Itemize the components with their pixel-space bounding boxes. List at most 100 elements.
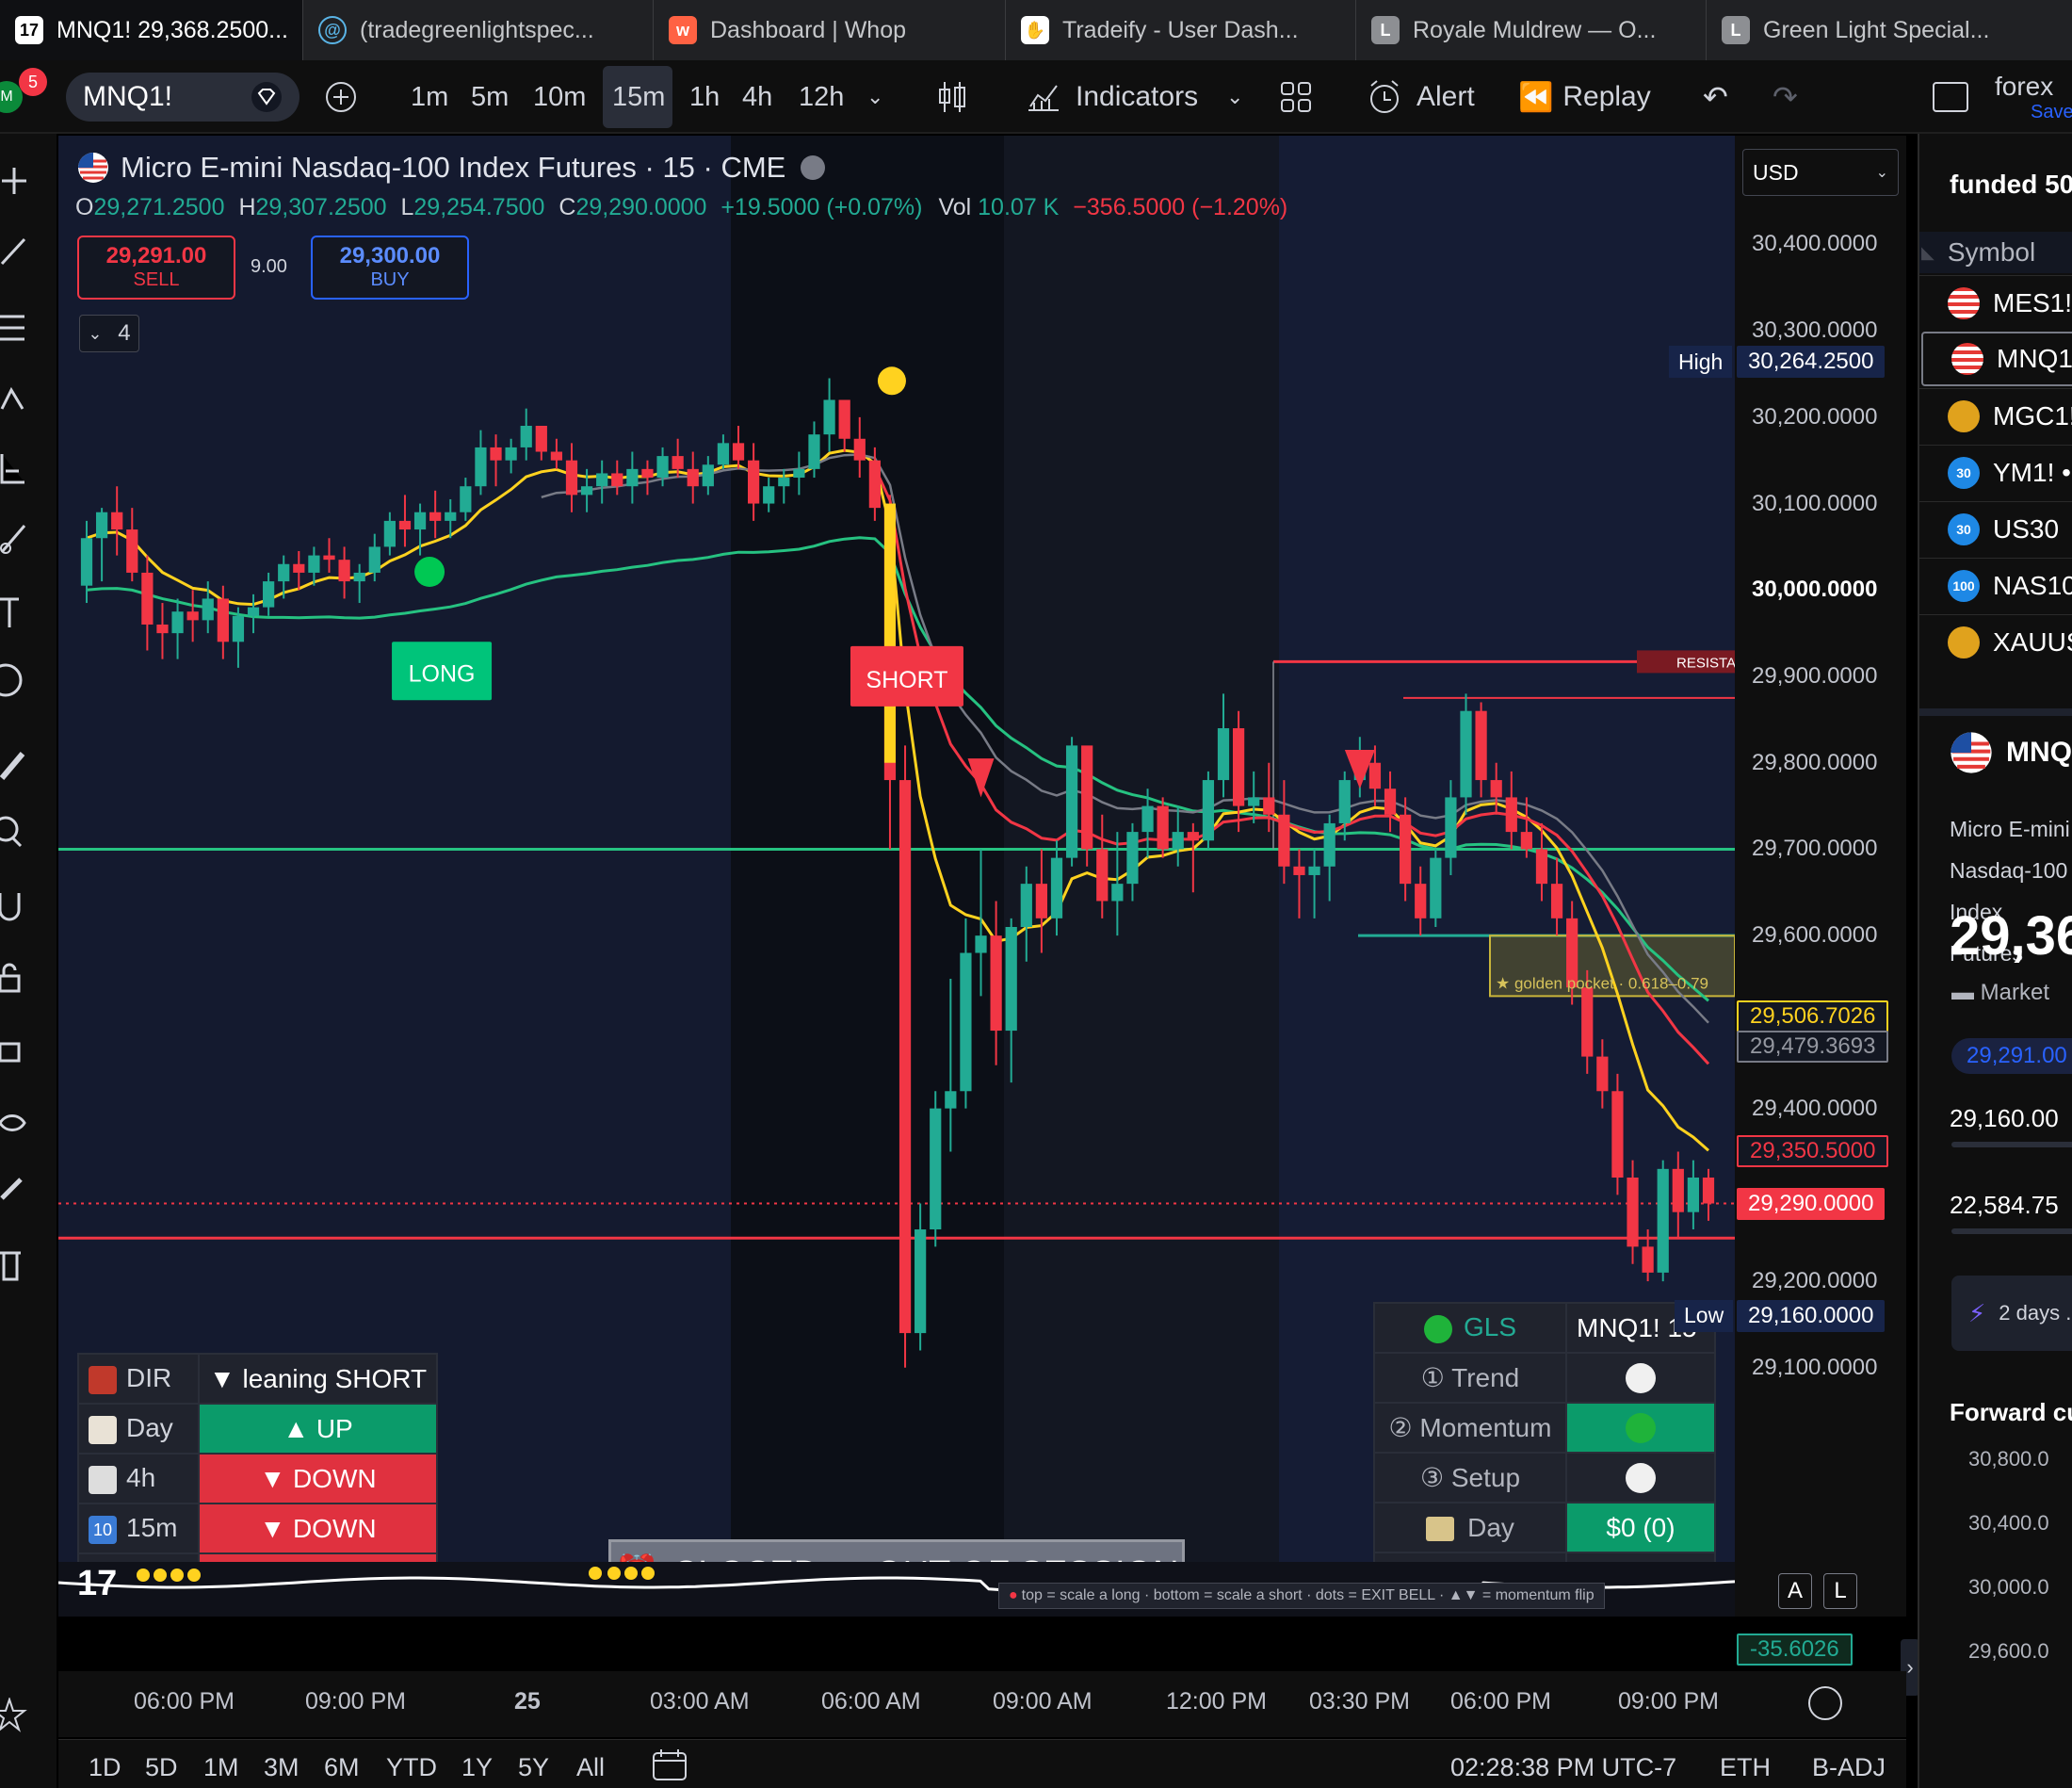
undo-icon[interactable]: ↶ [1703,60,1728,134]
volume-label: Vol [938,194,972,220]
range-button-5y[interactable]: 5Y [518,1753,549,1782]
price-tick: 30,300.0000 [1752,317,1878,344]
candle-body [550,451,563,461]
indicators-button[interactable]: Indicators [1025,60,1198,134]
chart-type-button[interactable] [936,60,968,134]
price-axis[interactable]: USD ⌄ 30,400.0000 30,300.0000 30,200.0000 3… [1735,136,1906,1666]
fullscreen-button[interactable] [1933,60,1968,134]
trendline-icon[interactable] [0,232,57,269]
earnings-note[interactable]: ⚡ 2 days ... may sp... [1951,1276,2072,1351]
range-button-1y[interactable]: 1Y [461,1753,493,1782]
compare-add-button[interactable] [324,60,358,134]
candle-body [975,935,987,953]
interval-4h[interactable]: 4h [742,60,772,134]
range-button-6m[interactable]: 6M [324,1753,360,1782]
gls-label-cell: ① Trend [1373,1352,1567,1404]
watchlist-row[interactable]: MES1! [1919,275,2072,330]
user-avatar[interactable]: M [0,60,23,134]
range-button-1d[interactable]: 1D [89,1753,121,1782]
link-icon[interactable] [0,1170,57,1208]
sell-button[interactable]: 29,291.00 SELL [77,236,235,300]
browser-tab-tradeify[interactable]: ✋ Tradeify - User Dash... [1006,0,1356,60]
white-dot-icon [1626,1463,1656,1494]
layout-name[interactable]: forex [1995,72,2053,102]
lock-drawing-icon[interactable] [0,959,57,997]
browser-tab-green-light-special[interactable]: L Green Light Special... [1707,0,2072,60]
watchlist-row[interactable]: MGC1! [1919,388,2072,443]
candle-body [1445,797,1457,858]
session-toggle[interactable]: ETH [1720,1753,1771,1782]
bar-change: +19.5000 (+0.07%) [720,194,923,220]
settings-gear-icon[interactable] [1808,1686,1842,1720]
detail-bid-pill[interactable]: 29,291.00 [1951,1038,2072,1074]
buy-button[interactable]: 29,300.00 BUY [311,236,469,300]
interval-12h[interactable]: 12h [799,60,844,134]
fib-icon[interactable] [0,309,57,347]
range-button-ytd[interactable]: YTD [386,1753,437,1782]
pattern-icon[interactable] [0,381,57,418]
redo-icon[interactable]: ↷ [1773,60,1798,134]
swirl-icon: @ [318,16,347,44]
rewind-icon: ⏪ [1518,81,1554,113]
time-axis[interactable]: 06:00 PM 09:00 PM 25 03:00 AM 06:00 AM 09:00 … [58,1671,1906,1737]
range-button-3m[interactable]: 3M [264,1753,299,1782]
zoom-icon[interactable] [0,814,57,852]
log-scale-button[interactable]: L [1823,1573,1857,1609]
candle-body [1460,710,1472,798]
auto-scale-button[interactable]: A [1778,1573,1812,1609]
watchlist-row[interactable]: 30 YM1! • [1919,445,2072,499]
watchlist-title[interactable]: funded 50 [1950,170,2072,200]
brush-icon[interactable] [0,520,57,558]
range-button-5d[interactable]: 5D [145,1753,178,1782]
candle-body [263,581,275,608]
browser-tab-royale[interactable]: L Royale Muldrew — O... [1356,0,1707,60]
interval-1h[interactable]: 1h [689,60,720,134]
symbol-search-button[interactable]: MNQ1! [66,60,299,134]
chart-pane[interactable]: LONG SHORT RESISTA ★ golden pocket · 0.618–… [58,136,1735,1617]
forecast-icon[interactable] [0,450,57,488]
star-icon[interactable] [0,1698,57,1735]
calendar-icon [89,1415,117,1444]
alert-button[interactable]: Alert [1366,60,1475,134]
interval-10m[interactable]: 10m [533,60,586,134]
interval-5m[interactable]: 5m [471,60,509,134]
range-button-all[interactable]: All [576,1753,605,1782]
eye-icon[interactable] [0,1104,57,1142]
collapse-legend-icon[interactable] [801,155,826,180]
ruler-icon[interactable] [0,746,57,784]
indicators-toggle[interactable]: ⌄ 4 [79,315,139,352]
candle-body [1338,780,1351,823]
exit-bell-dot [624,1567,638,1580]
browser-tab-whop[interactable]: w Dashboard | Whop [654,0,1006,60]
range-button-1m[interactable]: 1M [203,1753,239,1782]
emoji-icon[interactable] [0,661,57,699]
symbol-column-header[interactable]: Symbol [1948,237,2035,268]
watchlist-row[interactable]: 100 NAS100 [1919,558,2072,612]
crosshair-icon[interactable] [0,162,57,200]
oscillator-legend-text: top = scale a long · bottom = scale a sh… [1021,1587,1594,1603]
watchlist-row[interactable]: 30 US30 [1919,501,2072,556]
browser-tab-tradingview[interactable]: 17 MNQ1! 29,368.2500... [0,0,303,60]
layouts-button[interactable] [1279,60,1313,134]
currency-select[interactable]: USD ⌄ [1742,149,1899,196]
chevron-down-icon[interactable]: ⌄ [866,60,883,134]
interval-15m[interactable]: 15m [612,60,665,134]
replay-button[interactable]: ⏪ Replay [1518,60,1651,134]
save-label[interactable]: Save [2031,102,2072,123]
lock-icon[interactable] [0,1029,57,1066]
magnet-icon[interactable] [0,887,57,925]
adjustment-toggle[interactable]: B-ADJ [1812,1753,1886,1782]
chevron-down-icon: ⌄ [1875,165,1888,181]
chevron-down-icon[interactable]: ⌄ [1226,60,1243,134]
text-icon[interactable] [0,593,57,631]
watchlist-row[interactable]: MNQ1! [1921,332,2072,386]
calendar-goto-icon[interactable] [652,1749,689,1781]
gls-label-cell: ② Momentum [1373,1402,1567,1454]
watchlist-row[interactable]: XAUUSD [1919,614,2072,669]
grid-icon [1281,82,1311,112]
trash-icon[interactable] [0,1245,57,1283]
interval-1m[interactable]: 1m [411,60,448,134]
browser-tab-greenlight[interactable]: @ (tradegreenlightspec... [303,0,654,60]
alarm-clock-icon [1370,80,1399,113]
candle-body [1126,832,1139,885]
